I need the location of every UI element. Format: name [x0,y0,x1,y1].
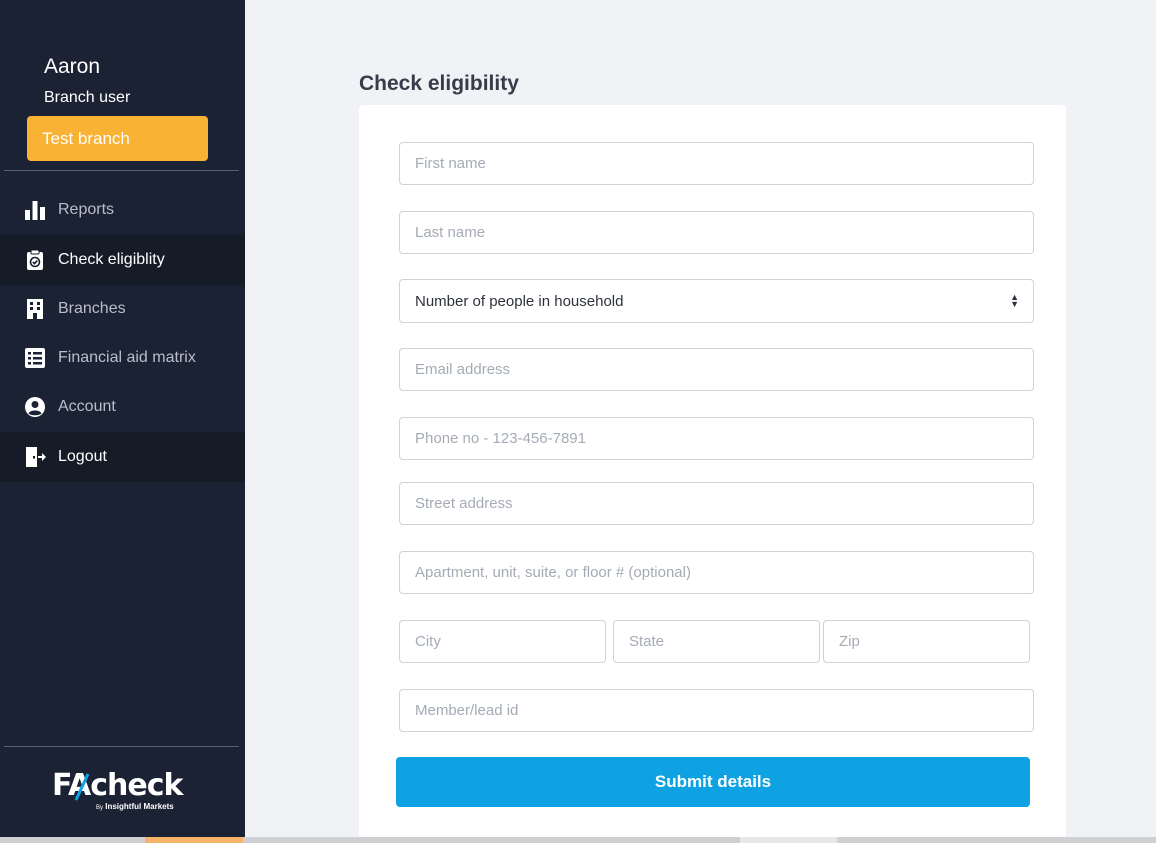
sidebar-item-check-eligibility[interactable]: Check eligiblity [0,235,245,285]
sidebar-item-financial-aid-matrix[interactable]: Financial aid matrix [0,333,245,383]
facheck-logo: FAcheck By Insightful Markets [52,770,192,816]
page-title: Check eligibility [359,72,519,95]
phone-field[interactable]: Phone no - 123-456-7891 [399,417,1034,460]
logo-by: By [96,805,104,811]
street-address-field[interactable]: Street address [399,482,1034,525]
sidebar-item-label: Branches [58,300,126,317]
logo-subtitle: By Insightful Markets [96,802,174,811]
sidebar-item-branches[interactable]: Branches [0,284,245,334]
sidebar-divider-bottom [4,746,239,747]
user-name: Aaron [44,55,101,78]
select-arrows-icon: ▲ ▼ [1010,292,1019,309]
sidebar: Aaron Branch user Test branch Reports Ch… [0,0,245,843]
sidebar-item-logout[interactable]: Logout [0,432,245,482]
email-field[interactable]: Email address [399,348,1034,391]
bar-chart-icon [24,199,46,221]
sidebar-item-label: Reports [58,201,115,218]
state-field[interactable]: State [613,620,820,663]
household-select-value: Number of people in household [415,292,624,310]
logo-company: Insightful Markets [105,802,174,811]
sidebar-item-label: Account [58,398,116,415]
scrollbar-thumb[interactable] [740,837,837,843]
sidebar-item-account[interactable]: Account [0,382,245,432]
zip-field[interactable]: Zip [823,620,1030,663]
sidebar-item-label: Financial aid matrix [58,349,196,366]
sidebar-item-label: Check eligiblity [58,251,165,268]
sidebar-divider-top [4,170,239,171]
list-icon [24,347,46,369]
sidebar-item-label: Logout [58,448,107,465]
member-id-field[interactable]: Member/lead id [399,689,1034,732]
horizontal-scrollbar[interactable] [0,837,1156,843]
user-circle-icon [24,396,46,418]
scrollbar-segment [145,837,243,843]
clipboard-check-icon [24,249,46,271]
city-field[interactable]: City [399,620,606,663]
apartment-field[interactable]: Apartment, unit, suite, or floor # (opti… [399,551,1034,594]
logo-slash-icon [74,773,90,801]
last-name-field[interactable]: Last name [399,211,1034,254]
branch-badge[interactable]: Test branch [27,116,208,161]
household-select[interactable]: Number of people in household ▲ ▼ [399,279,1034,323]
submit-button[interactable]: Submit details [396,757,1030,807]
building-icon [24,298,46,320]
user-role: Branch user [44,89,131,106]
sidebar-item-reports[interactable]: Reports [0,185,245,235]
first-name-field[interactable]: First name [399,142,1034,185]
logout-icon [24,446,46,468]
